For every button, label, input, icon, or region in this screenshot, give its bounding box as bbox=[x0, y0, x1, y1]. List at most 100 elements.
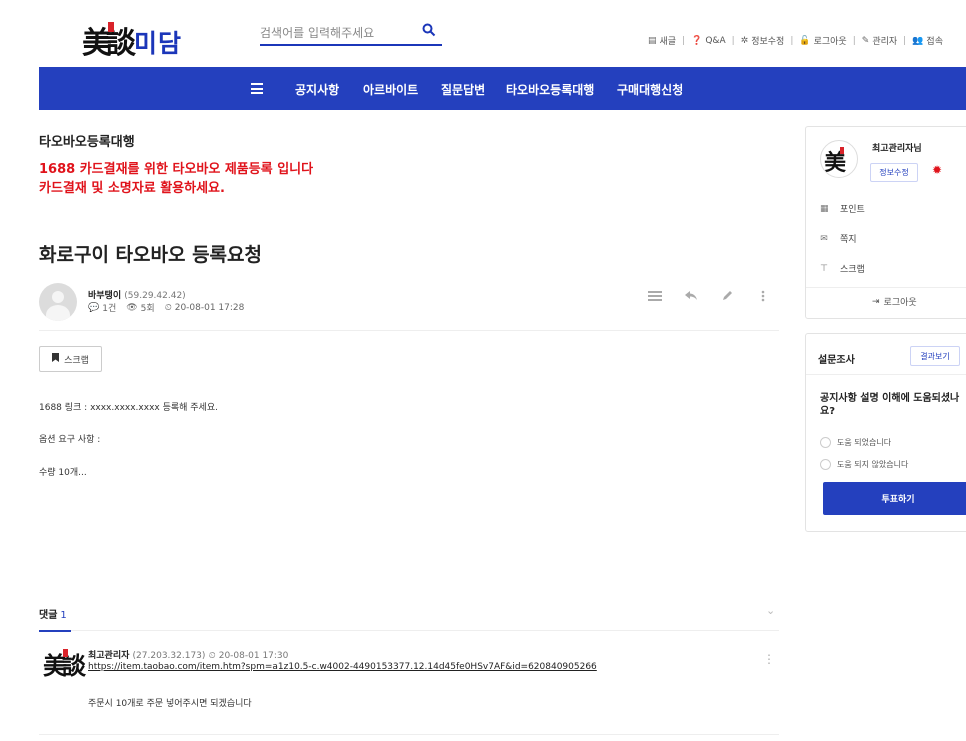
top-link-new[interactable]: 새글 bbox=[660, 34, 677, 47]
profile-avatar: 美談 bbox=[820, 140, 858, 178]
comments-underline bbox=[39, 630, 71, 632]
comment-link[interactable]: https://item.taobao.com/item.htm?spm=a1z… bbox=[88, 662, 597, 672]
comment-text: 주문시 10개로 주문 넣어주시면 되겠습니다 bbox=[88, 699, 252, 709]
clock-icon: ⏲ bbox=[208, 651, 216, 661]
poll-option-label: 도움 되었습니다 bbox=[837, 438, 892, 447]
comment-author[interactable]: 최고관리자 (27.203.32.173) ⏲ 20-08-01 17:30 bbox=[88, 648, 288, 661]
divider: | bbox=[682, 35, 686, 46]
divider: | bbox=[903, 35, 907, 46]
divider: | bbox=[731, 35, 735, 46]
nav-item-taobao[interactable]: 타오바오등록대행 bbox=[506, 81, 594, 98]
gear-icon[interactable]: ✹ bbox=[932, 163, 942, 177]
comment-author-ip: (27.203.32.173) bbox=[132, 651, 206, 661]
list-icon[interactable] bbox=[647, 289, 663, 303]
profile-box: 美談 최고관리자님 정보수정 ✹ ▦ 포인트 ✉ 쪽지 ⊤ 스크랩 ⇥ 로그아웃 bbox=[805, 126, 966, 319]
post-author[interactable]: 바부탱이 (59.29.42.42) bbox=[88, 288, 186, 301]
question-icon: ❓ bbox=[691, 35, 703, 46]
post-tools bbox=[647, 289, 771, 303]
poll-title: 설문조사 bbox=[818, 355, 855, 366]
author-ip: (59.29.42.42) bbox=[124, 291, 186, 301]
coin-icon: ▦ bbox=[820, 203, 829, 214]
sidebar-item-label: 스크랩 bbox=[840, 265, 865, 275]
poll-option[interactable]: 도움 되지 않았습니다 bbox=[820, 459, 908, 470]
vote-button[interactable]: 투표하기 bbox=[823, 482, 966, 515]
comment-more-icon[interactable]: ⋮ bbox=[763, 652, 775, 666]
content-line: 1688 링크 : xxxx.xxxx.xxxx 등록해 주세요. bbox=[39, 403, 218, 413]
notice-line: 카드결재 및 소명자료 활용하세요. bbox=[39, 181, 225, 196]
radio-button[interactable] bbox=[820, 437, 831, 448]
site-logo[interactable]: 美談 미담 bbox=[82, 18, 202, 61]
content-line: 수량 10개... bbox=[39, 468, 87, 478]
poll-box: 설문조사 결과보기 공지사항 설명 이해에 도움되셨나요? 도움 되었습니다 도… bbox=[805, 333, 966, 532]
logout-label: 로그아웃 bbox=[883, 298, 917, 308]
search-button[interactable] bbox=[422, 22, 438, 38]
nav-item-purchase[interactable]: 구매대행신청 bbox=[617, 81, 683, 98]
top-link-logout[interactable]: 로그아웃 bbox=[814, 34, 847, 47]
logo-stamp bbox=[840, 147, 844, 154]
search-bar bbox=[260, 22, 442, 46]
envelope-icon: ✉ bbox=[820, 233, 828, 244]
comment-date: 20-08-01 17:30 bbox=[218, 651, 289, 661]
main-nav: 공지사항 아르바이트 질문답변 타오바오등록대행 구매대행신청 bbox=[39, 67, 966, 110]
avatar-hanja: 美談 bbox=[43, 651, 86, 680]
post-date: 20-08-01 17:28 bbox=[174, 302, 245, 313]
reply-icon[interactable] bbox=[683, 289, 699, 303]
scrap-button[interactable]: 스크랩 bbox=[39, 346, 102, 372]
divider bbox=[806, 374, 966, 375]
pencil-icon[interactable] bbox=[719, 289, 735, 303]
poll-option-label: 도움 되지 않았습니다 bbox=[837, 460, 909, 469]
unlock-icon: 🔓 bbox=[799, 35, 811, 46]
clock-icon: ⏲ bbox=[164, 302, 172, 313]
sidebar-item-scrap[interactable]: ⊤ 스크랩 bbox=[820, 262, 865, 276]
divider bbox=[39, 734, 779, 735]
top-link-qa[interactable]: Q&A bbox=[705, 36, 725, 46]
search-input[interactable] bbox=[260, 26, 410, 40]
poll-question: 공지사항 설명 이해에 도움되셨나요? bbox=[820, 393, 960, 417]
top-links: ▤ 새글 | ❓ Q&A | ✲ 정보수정 | 🔓 로그아웃 | ✎ 관리자 |… bbox=[648, 34, 943, 48]
nav-item-notice[interactable]: 공지사항 bbox=[295, 81, 339, 98]
comment-avatar: 美談 bbox=[43, 646, 86, 681]
poll-result-button[interactable]: 결과보기 bbox=[910, 346, 960, 366]
view-count: 5회 bbox=[140, 304, 155, 314]
top-link-connect[interactable]: 접속 bbox=[926, 34, 943, 47]
new-post-icon: ▤ bbox=[648, 35, 657, 46]
menu-icon[interactable] bbox=[251, 83, 263, 94]
more-icon[interactable] bbox=[755, 289, 771, 303]
logo-stamp bbox=[63, 649, 68, 657]
logout-link[interactable]: ⇥ 로그아웃 bbox=[872, 295, 917, 309]
comment-author-name: 최고관리자 bbox=[88, 651, 130, 661]
top-link-admin[interactable]: 관리자 bbox=[872, 34, 897, 47]
nav-item-qna[interactable]: 질문답변 bbox=[441, 81, 485, 98]
board-title: 타오바오등록대행 bbox=[39, 135, 135, 150]
sidebar-item-label: 쪽지 bbox=[840, 235, 857, 245]
top-link-edit[interactable]: 정보수정 bbox=[751, 34, 784, 47]
comment-count: 1건 bbox=[102, 304, 117, 314]
nav-item-parttime[interactable]: 아르바이트 bbox=[363, 81, 418, 98]
sidebar-item-memo[interactable]: ✉ 쪽지 bbox=[820, 232, 857, 246]
comments-label: 댓글 bbox=[39, 610, 58, 621]
profile-name: 최고관리자님 bbox=[872, 144, 922, 154]
sign-out-icon: ⇥ bbox=[872, 296, 880, 307]
divider bbox=[39, 330, 779, 331]
scrap-label: 스크랩 bbox=[64, 355, 89, 366]
comment-icon: 💬 bbox=[88, 302, 100, 313]
avatar bbox=[39, 283, 77, 321]
content-line: 옵션 요구 사항 : bbox=[39, 435, 101, 445]
search-icon bbox=[422, 23, 436, 37]
notice-line: 1688 카드결재를 위한 타오바오 제품등록 입니다 bbox=[39, 162, 314, 177]
author-name: 바부탱이 bbox=[88, 291, 122, 301]
radio-button[interactable] bbox=[820, 459, 831, 470]
comments-header: 댓글 1 bbox=[39, 606, 67, 621]
gear-icon: ✲ bbox=[740, 35, 749, 46]
poll-option[interactable]: 도움 되었습니다 bbox=[820, 437, 891, 448]
bookmark-icon bbox=[52, 353, 60, 365]
post-meta: 💬 1건 👁 5회 ⏲ 20-08-01 17:28 bbox=[88, 301, 245, 315]
divider bbox=[806, 287, 966, 288]
wrench-icon: ✎ bbox=[861, 35, 870, 46]
divider: | bbox=[790, 35, 794, 46]
sidebar-item-point[interactable]: ▦ 포인트 bbox=[820, 202, 865, 216]
divider bbox=[71, 630, 779, 631]
chevron-down-icon[interactable]: ⌄ bbox=[766, 604, 775, 617]
sidebar-item-label: 포인트 bbox=[840, 205, 865, 215]
profile-edit-button[interactable]: 정보수정 bbox=[870, 163, 918, 182]
